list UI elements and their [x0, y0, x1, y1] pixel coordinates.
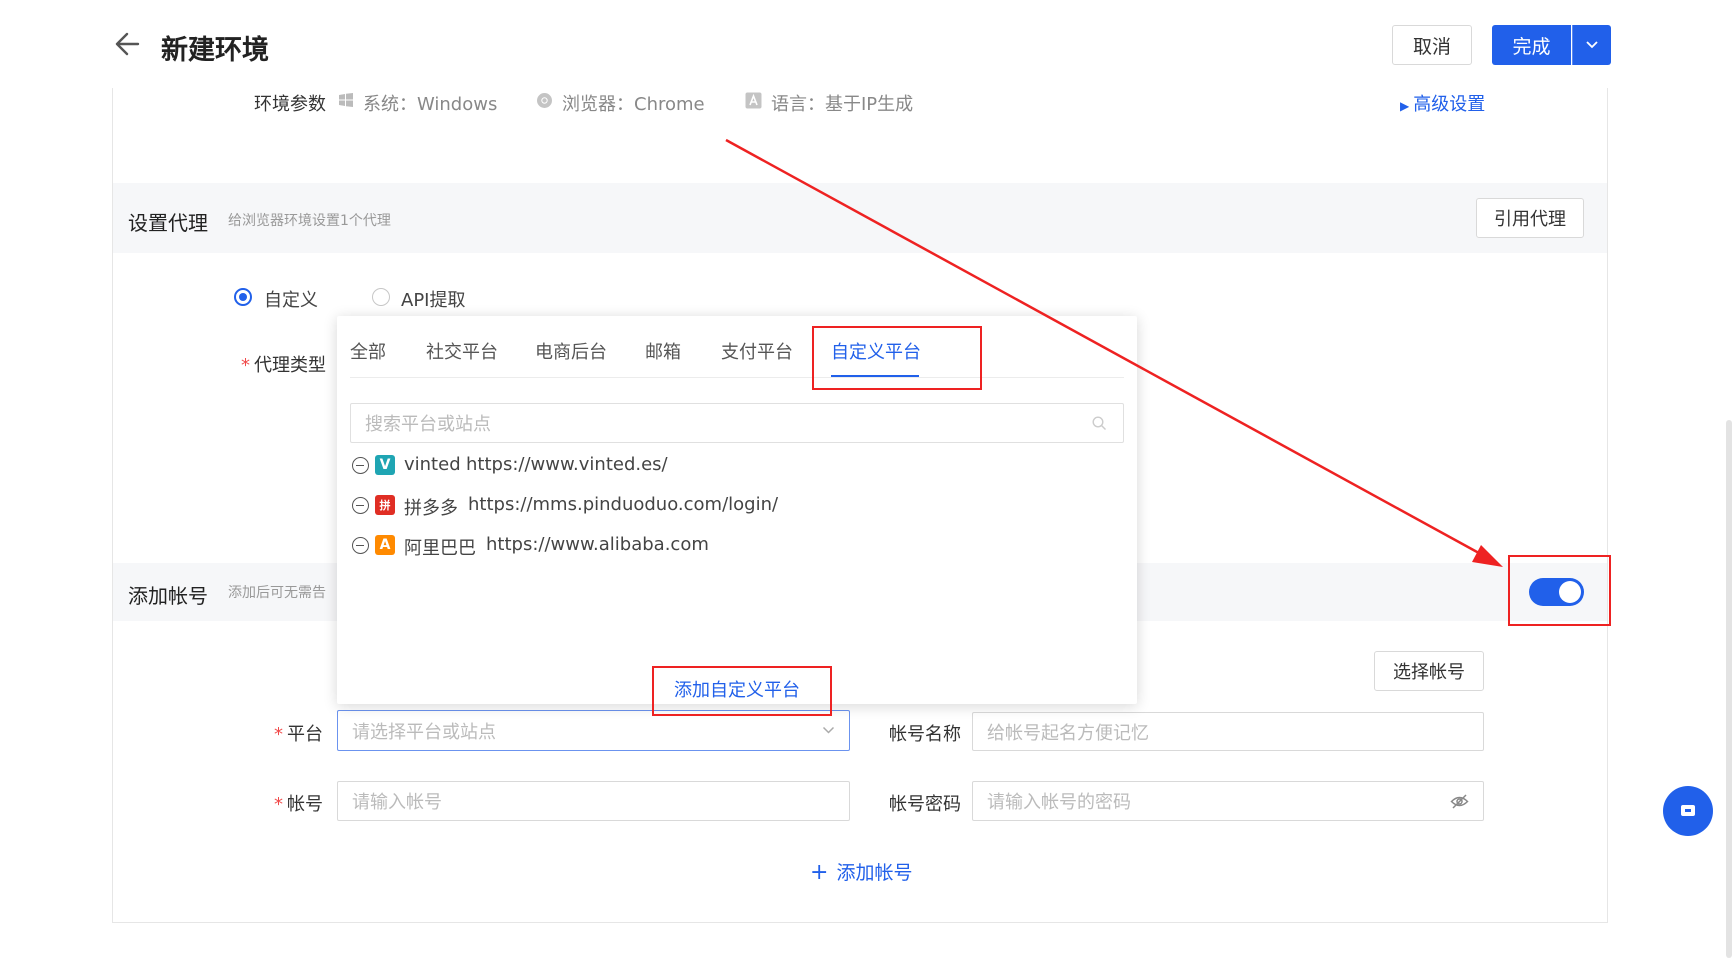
annotation-arrow	[725, 138, 1503, 567]
